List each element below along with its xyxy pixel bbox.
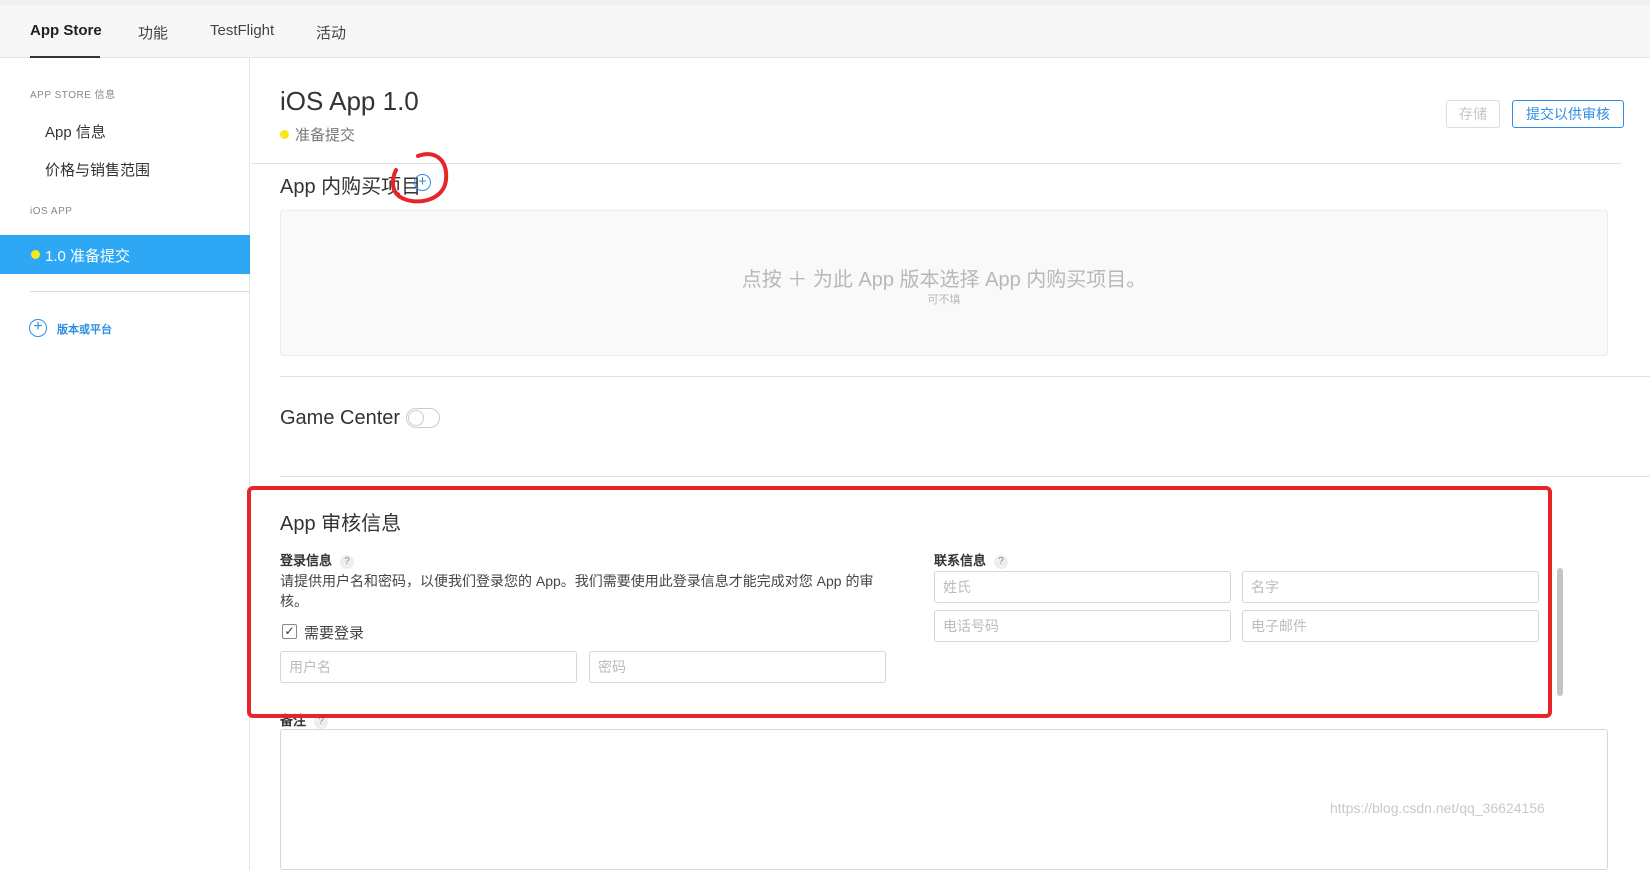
version-status: 准备提交 [280,124,355,145]
divider [280,376,1650,377]
watermark-text: https://blog.csdn.net/qq_36624156 [1330,800,1545,816]
phone-input[interactable] [934,610,1231,642]
contact-info-label: 联系信息? [934,550,1009,569]
game-center-title: Game Center [280,407,401,429]
top-tab-bar: App Store 功能 TestFlight 活动 [0,0,1650,58]
add-platform-label: 版本或平台 [57,324,112,336]
red-circle-annotation [390,152,449,204]
help-icon[interactable]: ? [994,555,1009,569]
page-title: iOS App 1.0 [280,86,419,116]
submit-for-review-button[interactable]: 提交以供审核 [1512,100,1624,128]
tab-activity[interactable]: 活动 [316,22,346,43]
notes-label: 备注? [280,710,329,729]
toggle-knob [408,410,424,426]
password-input[interactable] [589,651,886,683]
sidebar-item-app-info[interactable]: App 信息 [45,121,106,142]
sidebar-item-pricing[interactable]: 价格与销售范围 [45,159,150,180]
scrollbar-thumb[interactable] [1557,568,1563,696]
save-button[interactable]: 存储 [1446,100,1500,128]
game-center-toggle[interactable] [406,408,440,428]
iap-hint-text: 点按 ＋ 为此 App 版本选择 App 内购买项目。 [741,269,1147,291]
sign-in-info-label: 登录信息? [280,550,355,569]
status-label: 准备提交 [295,127,356,144]
iap-optional-text: 可不填 [927,294,961,306]
username-input[interactable] [280,651,577,683]
sidebar-divider [30,291,250,292]
sidebar-header-app-store-info: APP STORE 信息 [30,90,116,101]
tab-app-store[interactable]: App Store [30,22,102,39]
sign-in-required-label: 需要登录 [304,625,365,642]
help-icon[interactable]: ? [314,715,329,729]
main-content: iOS App 1.0 准备提交 存储 提交以供审核 App 内购买项目 + 点… [251,58,1650,870]
email-input[interactable] [1242,610,1539,642]
sidebar-header-ios-app: iOS APP [30,206,73,217]
first-name-input[interactable] [1242,571,1539,603]
iap-empty-placeholder: 点按 ＋ 为此 App 版本选择 App 内购买项目。 可不填 [280,210,1608,356]
divider [280,476,1650,477]
status-dot-icon [280,130,289,139]
plus-circle-icon: + [29,319,47,337]
sidebar: APP STORE 信息 App 信息 价格与销售范围 iOS APP 1.0 … [0,58,250,870]
tab-features[interactable]: 功能 [138,22,168,43]
sign-in-required-checkbox[interactable]: ✓ [282,624,297,639]
help-icon[interactable]: ? [340,555,355,569]
sidebar-item-label: 1.0 准备提交 [45,248,131,265]
status-dot-icon [31,250,40,259]
sidebar-item-version-1-0[interactable]: 1.0 准备提交 [0,235,250,274]
app-review-title: App 审核信息 [280,513,402,535]
sign-in-description: 请提供用户名和密码，以便我们登录您的 App。我们需要使用此登录信息才能完成对您… [280,573,874,609]
tab-testflight[interactable]: TestFlight [210,22,274,39]
last-name-input[interactable] [934,571,1231,603]
